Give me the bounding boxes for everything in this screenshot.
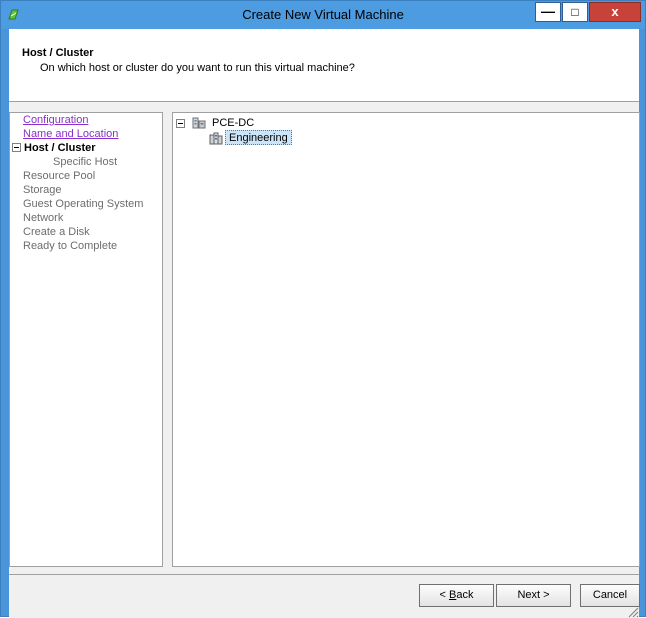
resize-grip-icon[interactable] <box>627 606 639 618</box>
step-specific-host: Specific Host <box>53 156 118 168</box>
step-host-cluster: Host / Cluster <box>24 142 96 154</box>
minimize-icon: — <box>541 3 555 19</box>
tree-item-cluster-selected[interactable]: Engineering <box>225 130 292 145</box>
back-button[interactable]: < Back <box>419 584 494 607</box>
step-guest-os: Guest Operating System <box>23 198 144 210</box>
step-create-disk: Create a Disk <box>23 226 90 238</box>
host-cluster-tree[interactable]: PCE-DC Engineering <box>172 112 640 567</box>
close-button[interactable]: x <box>589 2 641 22</box>
cancel-button[interactable]: Cancel <box>580 584 640 607</box>
step-resource-pool: Resource Pool <box>23 170 96 182</box>
step-configuration[interactable]: Configuration <box>23 114 88 127</box>
cluster-icon <box>209 132 223 145</box>
wizard-client-area: Host / Cluster On which host or cluster … <box>9 29 640 618</box>
wizard-step-list: Configuration Name and Location Host / C… <box>9 112 163 567</box>
tree-item-datacenter[interactable]: PCE-DC <box>212 117 254 129</box>
next-button[interactable]: Next > <box>496 584 571 607</box>
minimize-button[interactable]: — <box>535 2 561 22</box>
maximize-button[interactable]: □ <box>562 2 588 22</box>
page-subtitle: On which host or cluster do you want to … <box>40 62 355 74</box>
step-network: Network <box>23 212 64 224</box>
step-storage: Storage <box>23 184 62 196</box>
collapse-icon[interactable] <box>12 143 21 152</box>
step-name-and-location[interactable]: Name and Location <box>23 128 118 141</box>
back-label-rest: ack <box>456 589 474 601</box>
wizard-window: Create New Virtual Machine — □ x Host / … <box>0 0 646 618</box>
step-ready-to-complete: Ready to Complete <box>23 240 118 252</box>
back-arrow-lead: < <box>439 589 449 601</box>
title-bar[interactable]: Create New Virtual Machine — □ x <box>1 1 645 29</box>
datacenter-icon <box>192 117 206 129</box>
close-icon: x <box>611 4 619 19</box>
maximize-icon: □ <box>571 5 579 19</box>
tree-collapse-icon[interactable] <box>176 119 185 128</box>
footer-divider <box>9 574 639 575</box>
wizard-header: Host / Cluster On which host or cluster … <box>9 29 639 102</box>
page-title: Host / Cluster <box>22 47 94 59</box>
